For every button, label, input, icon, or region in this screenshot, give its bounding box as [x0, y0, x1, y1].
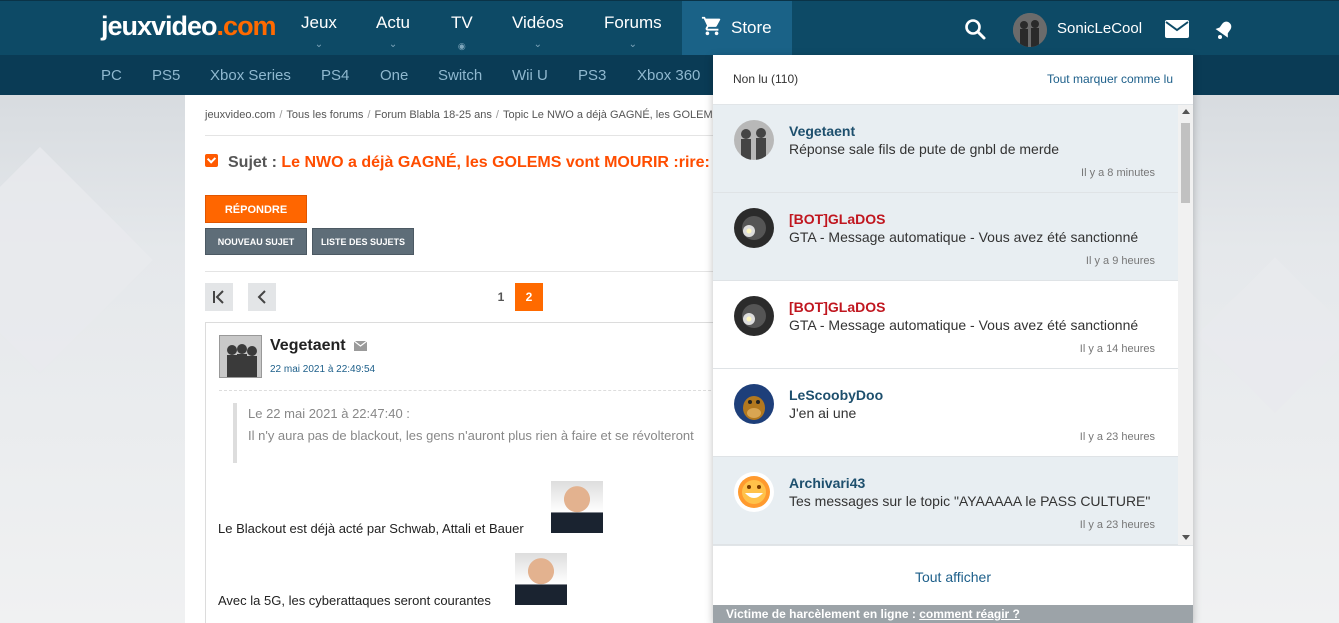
notifications-scrollbar[interactable]: [1178, 105, 1193, 545]
notification-item[interactable]: LeScoobyDoo J'en ai une Il y a 23 heures: [713, 369, 1178, 457]
notification-time: Il y a 23 heures: [1079, 431, 1155, 443]
nav-actu[interactable]: Actu ⌄: [376, 13, 410, 50]
subnav-ps5[interactable]: PS5: [152, 67, 180, 84]
post-line: Le Blackout est déjà acté par Schwab, At…: [218, 521, 524, 536]
page-current-2: 2: [515, 283, 543, 311]
nav-videos[interactable]: Vidéos ⌄: [512, 13, 564, 50]
post-quote: Le 22 mai 2021 à 22:47:40 : Il n'y aura …: [233, 403, 726, 463]
breadcrumb-item[interactable]: Tous les forums: [286, 109, 363, 121]
notification-message: Réponse sale fils de pute de gnbl de mer…: [789, 141, 1060, 157]
subnav-wiiu[interactable]: Wii U: [512, 67, 548, 84]
breadcrumb: jeuxvideo.com / Tous les forums / Forum Blab…: [205, 109, 744, 121]
nav-jeux[interactable]: Jeux ⌄: [301, 13, 337, 50]
notification-time: Il y a 14 heures: [1079, 343, 1155, 355]
subnav-ps4[interactable]: PS4: [321, 67, 349, 84]
quote-header: Le 22 mai 2021 à 22:47:40 :: [248, 406, 410, 421]
subnav-xbox360[interactable]: Xbox 360: [637, 67, 700, 84]
notification-author: [BOT]GLaDOS: [789, 211, 886, 227]
harassment-banner: Victime de harcèlement en ligne : commen…: [713, 605, 1193, 623]
sticker-image: [551, 481, 603, 533]
subnav-xbox-series[interactable]: Xbox Series: [210, 67, 291, 84]
page-title: Le NWO a déjà GAGNÉ, les GOLEMS vont MOU…: [281, 154, 710, 171]
breadcrumb-item[interactable]: jeuxvideo.com: [205, 109, 275, 121]
scroll-thumb[interactable]: [1181, 123, 1190, 203]
post-author[interactable]: Vegetaent: [270, 337, 346, 355]
notification-author: LeScoobyDoo: [789, 387, 884, 403]
search-icon[interactable]: [963, 17, 987, 41]
mail-icon[interactable]: [354, 341, 367, 351]
divider: [205, 271, 725, 272]
scroll-up-icon[interactable]: [1182, 109, 1190, 114]
chevron-left-icon: [257, 290, 266, 304]
breadcrumb-item[interactable]: Forum Blabla 18-25 ans: [374, 109, 491, 121]
page-link-1[interactable]: 1: [487, 283, 515, 311]
avatar: [734, 384, 774, 424]
notification-time: Il y a 8 minutes: [1081, 167, 1155, 179]
topic-subject: Sujet : Le NWO a déjà GAGNÉ, les GOLEMS …: [205, 154, 710, 172]
quote-text: Il n'y aura pas de blackout, les gens n'…: [248, 428, 694, 443]
notification-author: Vegetaent: [789, 123, 856, 139]
username[interactable]: SonicLeCool: [1057, 20, 1142, 37]
subnav-ps3[interactable]: PS3: [578, 67, 606, 84]
avatar: [734, 472, 774, 512]
notification-item[interactable]: Vegetaent Réponse sale fils de pute de g…: [713, 105, 1178, 193]
sticker-image: [515, 553, 567, 605]
subnav-one[interactable]: One: [380, 67, 408, 84]
notification-author: [BOT]GLaDOS: [789, 299, 886, 315]
chevron-down-icon: ⌄: [314, 39, 324, 50]
chevron-down-icon: ⌄: [533, 39, 543, 50]
avatar: [734, 296, 774, 336]
top-navbar: jeuxvideo.com Jeux ⌄ Actu ⌄ TV ◉ Vidéos ⌄ Fo…: [0, 0, 1339, 56]
subnav-pc[interactable]: PC: [101, 67, 122, 84]
notification-message: Tes messages sur le topic "AYAAAAA le PA…: [789, 493, 1151, 509]
notifications-dropdown: Non lu (110) Tout marquer comme lu Veget…: [713, 55, 1193, 623]
notification-item[interactable]: [BOT]GLaDOS GTA - Message automatique - …: [713, 281, 1178, 369]
first-page-button[interactable]: [205, 283, 233, 311]
breadcrumb-item: Topic Le NWO a déjà GAGNÉ, les GOLEMS vo…: [502, 109, 744, 121]
reply-button[interactable]: RÉPONDRE: [205, 195, 307, 223]
chevron-down-icon: ⌄: [628, 39, 638, 50]
show-all-link[interactable]: Tout afficher: [713, 545, 1193, 605]
post-line: Avec la 5G, les cyberattaques seront cou…: [218, 593, 491, 608]
nav-forums[interactable]: Forums ⌄: [604, 13, 662, 50]
chevron-down-icon: ⌄: [388, 39, 398, 50]
divider: [219, 390, 726, 391]
unread-count: Non lu (110): [733, 72, 799, 86]
post-avatar[interactable]: [219, 335, 262, 378]
nav-tv[interactable]: TV ◉: [451, 13, 473, 51]
cart-icon: [701, 16, 721, 36]
notification-item[interactable]: Archivari43 Tes messages sur le topic "A…: [713, 457, 1178, 545]
avatar: [734, 208, 774, 248]
first-page-icon: [213, 290, 224, 304]
divider: [205, 135, 725, 136]
subnav-switch[interactable]: Switch: [438, 67, 482, 84]
topic-list-button[interactable]: LISTE DES SUJETS: [312, 228, 414, 255]
forum-content: jeuxvideo.com / Tous les forums / Forum Blab…: [185, 95, 744, 623]
new-topic-button[interactable]: NOUVEAU SUJET: [205, 228, 307, 255]
checkbox-icon[interactable]: [205, 154, 218, 168]
bell-icon[interactable]: [1212, 18, 1236, 42]
dot-icon: ◉: [457, 41, 466, 51]
notification-author: Archivari43: [789, 475, 866, 491]
prev-page-button[interactable]: [248, 283, 276, 311]
store-button[interactable]: Store: [682, 1, 792, 56]
notification-time: Il y a 9 heures: [1085, 255, 1155, 267]
avatar: [734, 120, 774, 160]
harassment-help-link[interactable]: comment réagir ?: [919, 607, 1020, 621]
notification-item[interactable]: [BOT]GLaDOS GTA - Message automatique - …: [713, 193, 1178, 281]
notification-message: J'en ai une: [789, 405, 857, 421]
site-logo[interactable]: jeuxvideo.com: [101, 11, 277, 42]
notification-message: GTA - Message automatique - Vous avez ét…: [789, 317, 1139, 333]
scroll-down-icon[interactable]: [1182, 535, 1190, 540]
mail-icon[interactable]: [1164, 19, 1190, 39]
forum-post: Vegetaent 22 mai 2021 à 22:49:54 Le 22 m…: [205, 322, 726, 623]
notification-message: GTA - Message automatique - Vous avez ét…: [789, 229, 1139, 245]
user-avatar[interactable]: [1013, 13, 1047, 47]
mark-all-read-link[interactable]: Tout marquer comme lu: [1047, 72, 1173, 86]
post-date[interactable]: 22 mai 2021 à 22:49:54: [270, 364, 375, 375]
notification-time: Il y a 23 heures: [1079, 519, 1155, 531]
notifications-header: Non lu (110) Tout marquer comme lu: [713, 55, 1193, 105]
notifications-list: Vegetaent Réponse sale fils de pute de g…: [713, 105, 1178, 545]
